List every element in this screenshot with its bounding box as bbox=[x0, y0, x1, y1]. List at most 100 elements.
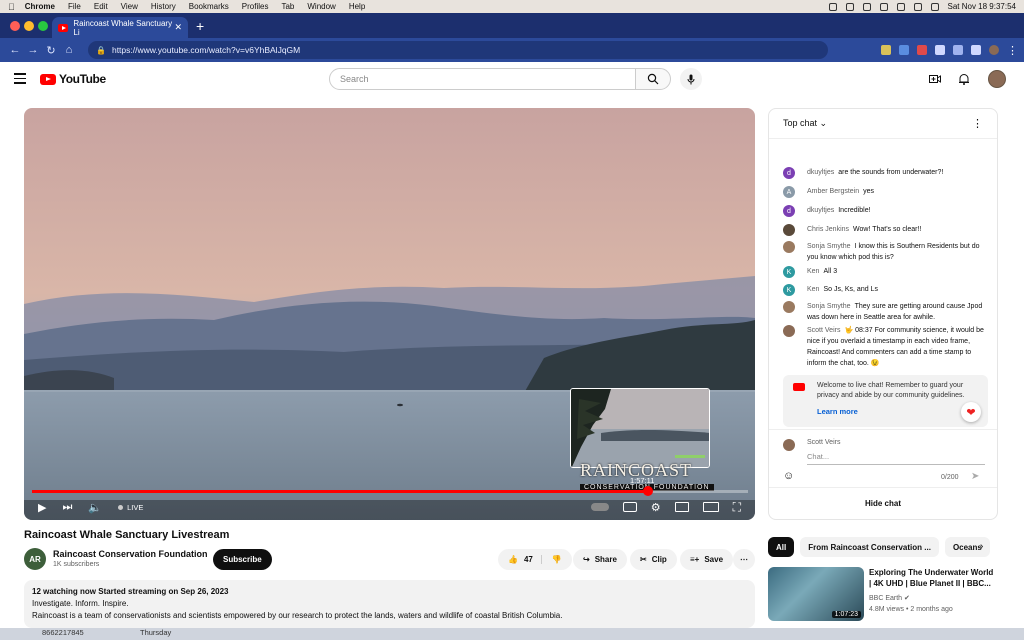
menu-app[interactable]: Chrome bbox=[25, 2, 55, 11]
live-indicator[interactable]: LIVE bbox=[118, 503, 143, 512]
chat-mode-dropdown[interactable]: Top chat ⌄ bbox=[783, 118, 827, 129]
send-icon[interactable]: ➤ bbox=[971, 471, 979, 482]
play-icon[interactable]: ▶ bbox=[38, 501, 46, 514]
chevron-right-icon[interactable]: › bbox=[980, 541, 983, 552]
side-panel-icon[interactable] bbox=[971, 45, 981, 55]
close-tab-icon[interactable]: ✕ bbox=[174, 22, 182, 33]
tab-active[interactable]: Raincoast Whale Sanctuary Li ✕ bbox=[52, 17, 188, 38]
chat-author[interactable]: dkuyltjes bbox=[807, 169, 834, 176]
chat-avatar[interactable]: A bbox=[783, 186, 795, 198]
home-button[interactable]: ⌂ bbox=[60, 44, 78, 56]
recommended-channel[interactable]: BBC Earth bbox=[869, 595, 902, 602]
chip-from-channel[interactable]: From Raincoast Conservation ... bbox=[800, 537, 939, 557]
learn-more-link[interactable]: Learn more bbox=[817, 407, 980, 417]
chat-avatar[interactable]: d bbox=[783, 205, 795, 217]
extension-icon[interactable] bbox=[917, 45, 927, 55]
chat-author[interactable]: Sonja Smythe bbox=[807, 303, 851, 310]
chat-author[interactable]: Ken bbox=[807, 268, 819, 275]
settings-gear-icon[interactable]: ⚙ bbox=[651, 501, 661, 514]
dislike-button[interactable]: 👎 bbox=[542, 555, 572, 564]
close-window-button[interactable] bbox=[10, 21, 20, 31]
chat-avatar[interactable] bbox=[783, 301, 795, 313]
back-button[interactable]: ← bbox=[6, 44, 24, 56]
menu-history[interactable]: History bbox=[151, 2, 176, 11]
channel-name[interactable]: Raincoast Conservation Foundation bbox=[53, 549, 208, 559]
autoplay-toggle[interactable] bbox=[590, 503, 609, 511]
reading-list-icon[interactable] bbox=[953, 45, 963, 55]
chip-all[interactable]: All bbox=[768, 537, 795, 557]
menu-tab[interactable]: Tab bbox=[281, 2, 294, 11]
chat-avatar[interactable]: d bbox=[783, 167, 795, 179]
lock-icon[interactable]: 🔒 bbox=[96, 46, 106, 55]
channel-avatar[interactable]: AR bbox=[24, 548, 46, 570]
headphones-icon[interactable] bbox=[862, 2, 871, 11]
menu-window[interactable]: Window bbox=[307, 2, 335, 11]
chat-author[interactable]: Sonja Smythe bbox=[807, 243, 851, 250]
voice-search-button[interactable] bbox=[680, 68, 702, 90]
description-box[interactable]: 12 watching now Started streaming on Sep… bbox=[24, 580, 755, 628]
share-button[interactable]: ↪ Share bbox=[573, 549, 627, 570]
new-tab-button[interactable]: + bbox=[196, 18, 204, 34]
menu-profiles[interactable]: Profiles bbox=[242, 2, 269, 11]
youtube-logo[interactable]: YouTube bbox=[40, 72, 106, 86]
chat-avatar[interactable]: K bbox=[783, 284, 795, 296]
address-bar[interactable]: 🔒 https://www.youtube.com/watch?v=v6YhBA… bbox=[88, 41, 828, 59]
recommended-video-thumbnail[interactable]: 1:07:23 bbox=[768, 567, 864, 621]
menu-help[interactable]: Help bbox=[349, 2, 365, 11]
captions-icon[interactable] bbox=[622, 502, 637, 512]
emoji-icon[interactable]: ☺ bbox=[783, 470, 794, 482]
search-button[interactable] bbox=[635, 68, 671, 90]
chat-author[interactable]: dkuyltjes bbox=[807, 207, 834, 214]
more-menu-icon[interactable]: ⋮ bbox=[1007, 44, 1018, 57]
scrubber-handle[interactable] bbox=[642, 486, 653, 496]
chat-avatar[interactable] bbox=[783, 325, 795, 337]
video-player[interactable]: RAINCOAST CONSERVATION FOUNDATION 1:57:1… bbox=[24, 108, 755, 520]
notifications-bell-icon[interactable] bbox=[958, 73, 970, 85]
more-actions-button[interactable]: ⋯ bbox=[733, 549, 755, 570]
wifi-icon[interactable] bbox=[879, 2, 888, 11]
puzzle-icon[interactable] bbox=[935, 45, 945, 55]
next-icon[interactable]: ⏭ bbox=[62, 501, 72, 514]
url-text[interactable]: https://www.youtube.com/watch?v=v6YhBAlJ… bbox=[112, 45, 300, 55]
volume-icon[interactable]: 🔈 bbox=[88, 501, 102, 514]
menu-file[interactable]: File bbox=[68, 2, 81, 11]
hide-chat-button[interactable]: Hide chat bbox=[769, 487, 997, 519]
search-icon[interactable] bbox=[913, 2, 922, 11]
chat-author[interactable]: Chris Jenkins bbox=[807, 226, 849, 233]
chat-input[interactable]: Chat... bbox=[807, 452, 985, 465]
create-video-icon[interactable] bbox=[929, 73, 941, 85]
clock[interactable]: Sat Nov 18 9:37:54 bbox=[948, 2, 1017, 11]
theater-mode-icon[interactable] bbox=[702, 502, 719, 512]
apple-icon[interactable]:  bbox=[8, 2, 15, 12]
progress-bar[interactable] bbox=[32, 486, 748, 496]
chat-avatar[interactable] bbox=[783, 224, 795, 236]
miniplayer-icon[interactable] bbox=[674, 502, 689, 512]
chat-author[interactable]: Amber Bergstein bbox=[807, 188, 859, 195]
like-button[interactable]: 👍 47 bbox=[508, 555, 542, 564]
recommended-video-title[interactable]: Exploring The Underwater World | 4K UHD … bbox=[869, 567, 994, 589]
menu-view[interactable]: View bbox=[121, 2, 138, 11]
extension-icon[interactable] bbox=[899, 45, 909, 55]
menu-bookmarks[interactable]: Bookmarks bbox=[189, 2, 229, 11]
fullscreen-icon[interactable]: ⛶ bbox=[733, 500, 741, 515]
chat-more-icon[interactable]: ⋮ bbox=[972, 117, 983, 130]
forward-button[interactable]: → bbox=[24, 44, 42, 56]
menu-icon[interactable] bbox=[14, 73, 26, 87]
chat-author[interactable]: Scott Veirs bbox=[807, 327, 840, 334]
chat-avatar[interactable]: K bbox=[783, 266, 795, 278]
menu-edit[interactable]: Edit bbox=[94, 2, 108, 11]
minimize-window-button[interactable] bbox=[24, 21, 34, 31]
extension-icon[interactable] bbox=[881, 45, 891, 55]
search-input[interactable]: Search bbox=[329, 68, 636, 90]
account-avatar[interactable] bbox=[988, 70, 1006, 88]
reload-button[interactable]: ↻ bbox=[42, 44, 60, 57]
chat-author[interactable]: Ken bbox=[807, 286, 819, 293]
subscribe-button[interactable]: Subscribe bbox=[213, 549, 272, 570]
status-icon[interactable] bbox=[845, 2, 854, 11]
control-center-icon[interactable] bbox=[930, 2, 939, 11]
status-icon[interactable] bbox=[828, 2, 837, 11]
battery-icon[interactable] bbox=[896, 2, 905, 11]
save-button[interactable]: ≡+ Save bbox=[680, 549, 734, 570]
zoom-window-button[interactable] bbox=[38, 21, 48, 31]
heart-reaction-button[interactable]: ❤ bbox=[961, 402, 981, 422]
